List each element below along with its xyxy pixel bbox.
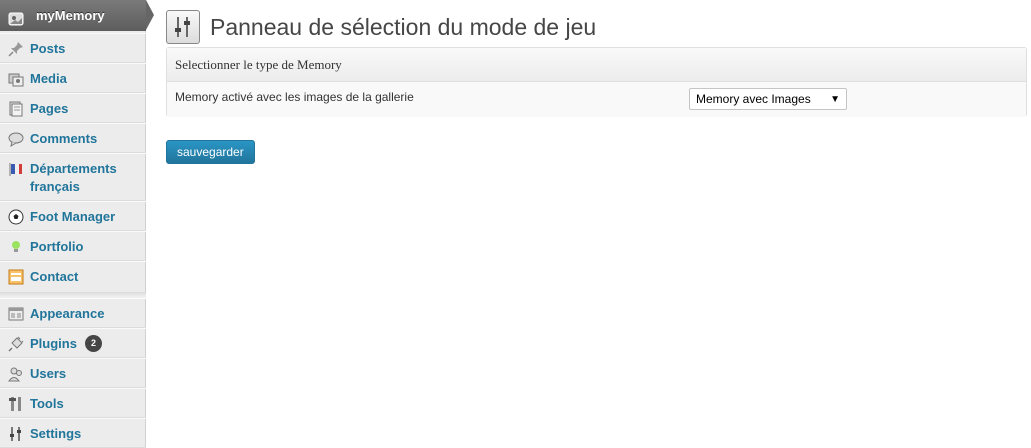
- appearance-icon: [8, 306, 24, 322]
- sliders-icon: [166, 10, 200, 44]
- contact-form-icon: [8, 269, 24, 285]
- memory-icon: [8, 11, 24, 27]
- users-icon: [8, 366, 24, 382]
- sidebar-item-plugins[interactable]: Plugins 2: [0, 328, 146, 358]
- sidebar-item-label: Contact: [30, 269, 79, 284]
- football-icon: [8, 209, 24, 225]
- settings-icon: [8, 426, 24, 442]
- page-title: Panneau de sélection du mode de jeu: [210, 13, 597, 40]
- tools-icon: [8, 396, 24, 412]
- lightbulb-icon: [8, 239, 24, 255]
- sidebar-item-label: Tools: [30, 396, 64, 411]
- settings-row: Memory activé avec les images de la gall…: [167, 82, 1026, 117]
- sidebar-item-label: Plugins 2: [30, 335, 102, 353]
- sidebar-item-departements[interactable]: Départements français: [0, 153, 146, 201]
- sidebar-item-settings[interactable]: Settings: [0, 418, 146, 448]
- sidebar-item-users[interactable]: Users: [0, 358, 146, 388]
- sidebar-item-label: Foot Manager: [30, 209, 116, 224]
- active-arrow: [146, 0, 154, 30]
- sidebar-item-label: myMemory: [36, 8, 105, 23]
- sidebar-item-pages[interactable]: Pages: [0, 93, 146, 123]
- admin-sidebar: myMemory Posts Media Pages Comments Dépa…: [0, 0, 154, 448]
- save-button[interactable]: sauvegarder: [166, 140, 255, 164]
- sidebar-item-label: Portfolio: [30, 239, 84, 254]
- sidebar-item-label: Users: [30, 366, 67, 381]
- chevron-down-icon: ▼: [830, 93, 840, 105]
- sidebar-item-media[interactable]: Media: [0, 63, 146, 93]
- plug-icon: [8, 336, 24, 352]
- panel-heading: Selectionner le type de Memory: [167, 48, 1026, 82]
- memory-type-label: Memory activé avec les images de la gall…: [175, 90, 414, 104]
- select-value: Memory avec Images: [696, 92, 811, 106]
- sidebar-item-label: Comments: [30, 131, 98, 146]
- sidebar-item-posts[interactable]: Posts: [0, 33, 146, 63]
- sidebar-item-mymemory[interactable]: myMemory: [0, 0, 154, 31]
- pages-icon: [8, 101, 24, 117]
- sidebar-item-contact[interactable]: Contact: [0, 261, 146, 293]
- sidebar-item-label: Appearance: [30, 306, 105, 321]
- sidebar-item-label: Media: [30, 71, 67, 86]
- flag-icon: [8, 161, 24, 177]
- sidebar-item-appearance[interactable]: Appearance: [0, 298, 146, 328]
- sidebar-item-portfolio[interactable]: Portfolio: [0, 231, 146, 261]
- sidebar-item-comments[interactable]: Comments: [0, 123, 146, 153]
- sidebar-item-foot-manager[interactable]: Foot Manager: [0, 201, 146, 231]
- memory-type-select[interactable]: Memory avec Images ▼: [689, 88, 847, 110]
- sidebar-item-label: Posts: [30, 41, 66, 56]
- sidebar-item-label: Départements français: [30, 161, 117, 194]
- media-icon: [8, 71, 24, 87]
- page-header: Panneau de sélection du mode de jeu: [166, 10, 596, 44]
- sidebar-item-tools[interactable]: Tools: [0, 388, 146, 418]
- sidebar-item-label: Settings: [30, 426, 82, 441]
- pin-icon: [8, 41, 24, 57]
- sidebar-item-label: Pages: [30, 101, 69, 116]
- comment-icon: [8, 131, 24, 147]
- settings-panel: Selectionner le type de Memory Memory ac…: [166, 47, 1027, 117]
- update-count-badge: 2: [84, 335, 102, 353]
